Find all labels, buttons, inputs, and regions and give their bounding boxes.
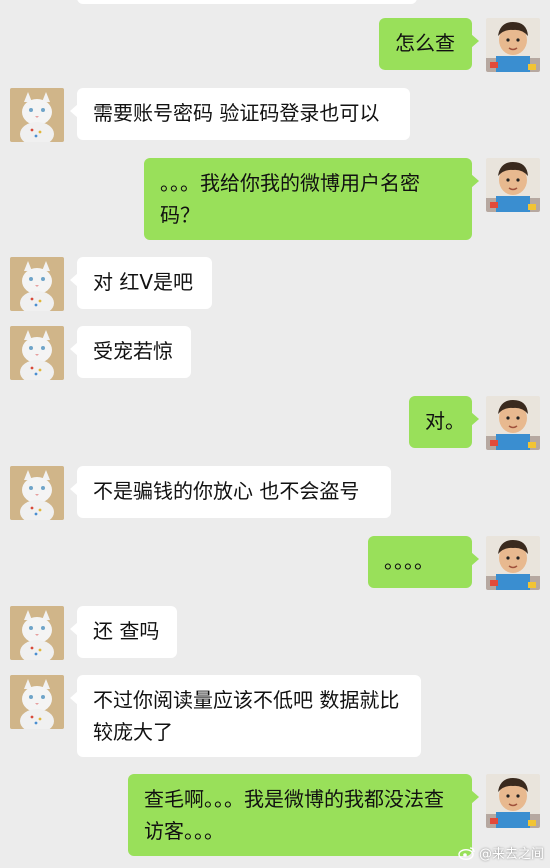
incoming-message-bubble[interactable]: 受宠若惊 <box>70 326 191 378</box>
boy-avatar[interactable] <box>486 774 540 828</box>
message-row: 需要账号密码 验证码登录也可以 <box>0 88 550 144</box>
message-row: 受宠若惊 <box>0 326 550 382</box>
message-row: 。。。。 <box>0 536 550 592</box>
message-row: 。。。我给你我的微博用户名密码？ <box>0 158 550 242</box>
weibo-icon <box>458 846 476 860</box>
message-row: 对 红V是吧 <box>0 257 550 313</box>
previous-message-bubble <box>77 0 417 4</box>
boy-avatar[interactable] <box>486 18 540 72</box>
outgoing-message-bubble[interactable]: 查毛啊。。。我是微博的我都没法查访客。。。 <box>128 774 479 856</box>
incoming-message-bubble[interactable]: 对 红V是吧 <box>70 257 212 309</box>
incoming-message-bubble[interactable]: 不是骗钱的你放心 也不会盗号 <box>70 466 391 518</box>
watermark-text: @来去之间 <box>478 847 544 862</box>
outgoing-message-bubble[interactable]: 。。。。 <box>368 536 479 588</box>
message-row: 不是骗钱的你放心 也不会盗号 <box>0 466 550 522</box>
incoming-message-bubble[interactable]: 不过你阅读量应该不低吧 数据就比较庞大了 <box>70 675 421 757</box>
incoming-message-bubble[interactable]: 需要账号密码 验证码登录也可以 <box>70 88 410 140</box>
cat-avatar[interactable] <box>10 675 64 729</box>
incoming-message-bubble[interactable]: 还 查吗 <box>70 606 177 658</box>
outgoing-message-bubble[interactable]: 怎么查 <box>379 18 479 70</box>
watermark: @来去之间 <box>458 843 544 862</box>
cat-avatar[interactable] <box>10 257 64 311</box>
cat-avatar[interactable] <box>10 466 64 520</box>
cat-avatar[interactable] <box>10 606 64 660</box>
boy-avatar[interactable] <box>486 536 540 590</box>
outgoing-message-bubble[interactable]: 。。。我给你我的微博用户名密码？ <box>144 158 479 240</box>
boy-avatar[interactable] <box>486 396 540 450</box>
cat-avatar[interactable] <box>10 88 64 142</box>
boy-avatar[interactable] <box>486 158 540 212</box>
message-row: 还 查吗 <box>0 606 550 662</box>
outgoing-message-bubble[interactable]: 对。 <box>409 396 479 448</box>
message-row: 对。 <box>0 396 550 452</box>
message-row: 不过你阅读量应该不低吧 数据就比较庞大了 <box>0 675 550 759</box>
cat-avatar[interactable] <box>10 326 64 380</box>
message-row: 怎么查 <box>0 18 550 74</box>
